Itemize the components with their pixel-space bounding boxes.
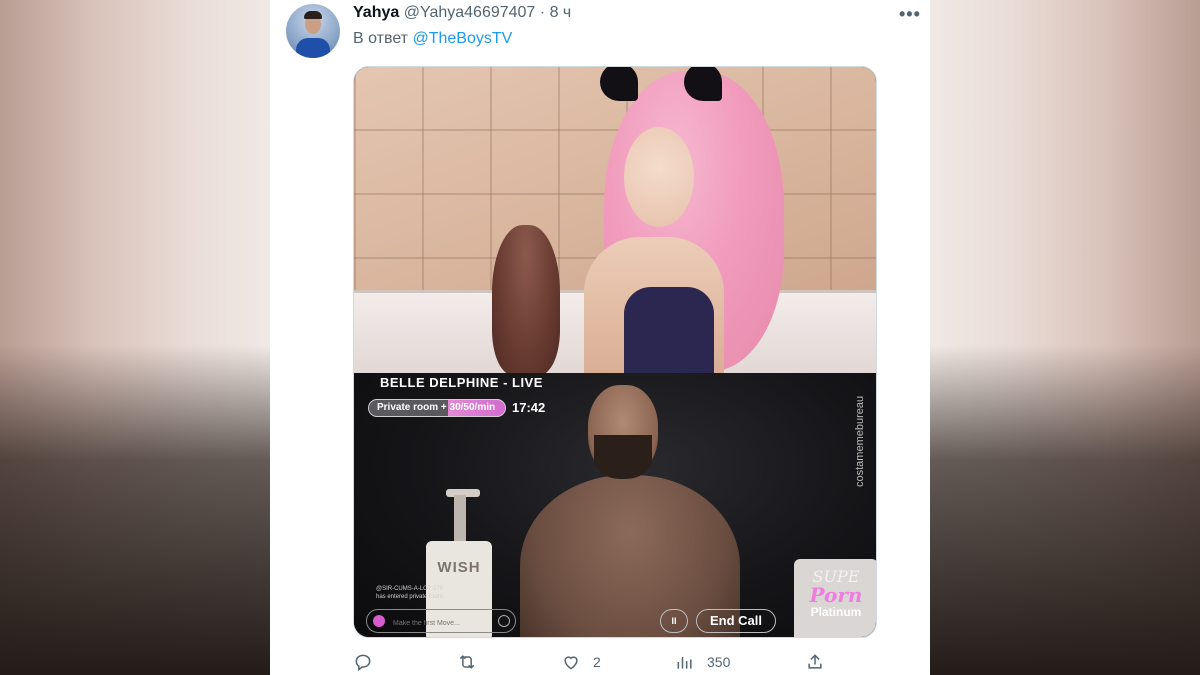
like-icon	[564, 656, 578, 670]
action-bar: 2 350	[353, 650, 873, 674]
pause-button: II	[660, 609, 688, 633]
reply-icon	[355, 654, 371, 671]
bottle-label: WISH	[437, 559, 481, 576]
stream-title: BELLE DELPHINE - LIVE	[380, 375, 543, 390]
like-count: 2	[593, 654, 601, 670]
blurred-background-left	[0, 0, 270, 675]
blurred-background-right	[930, 0, 1200, 675]
reply-context: В ответ @TheBoysTV	[353, 30, 512, 48]
tweet-media[interactable]: WISH BELLE DELPHINE - LIVE Private room …	[353, 66, 877, 638]
user-handle[interactable]: @Yahya46697407	[404, 4, 536, 21]
retweet-button[interactable]	[457, 650, 489, 674]
retweet-icon	[459, 655, 475, 669]
watermark-text: costamemebureau	[854, 395, 866, 487]
watermark: costamemebureau	[840, 381, 876, 491]
end-call-button: End Call	[696, 609, 776, 633]
tweet-card[interactable]: Yahya @Yahya46697407 · 8 ч ••• В ответ @…	[270, 0, 930, 675]
reply-mention-link[interactable]: @TheBoysTV	[412, 30, 512, 47]
views-count: 350	[707, 654, 731, 670]
media-image-bottom[interactable]: WISH BELLE DELPHINE - LIVE Private room …	[354, 373, 876, 637]
more-icon[interactable]: •••	[899, 4, 921, 25]
tweet-header: Yahya @Yahya46697407 · 8 ч	[353, 4, 571, 22]
reply-button[interactable]	[353, 650, 385, 674]
stream-time: 17:42	[512, 400, 546, 415]
chat-notice: @SIR-CUMS-A-LOT-178 has entered private …	[376, 585, 444, 601]
like-button[interactable]: 2	[561, 650, 601, 674]
avatar[interactable]	[286, 4, 340, 58]
views-icon	[677, 657, 692, 669]
chat-icon	[373, 615, 385, 627]
time-separator: ·	[539, 4, 546, 21]
send-icon	[498, 615, 510, 627]
share-icon	[808, 654, 822, 669]
display-name[interactable]: Yahya	[353, 4, 399, 21]
chat-notice-text: has entered private room.	[376, 594, 445, 600]
reply-prefix: В ответ	[353, 30, 409, 47]
tweet-timestamp[interactable]: 8 ч	[550, 4, 572, 21]
brand-logo: SUPE Porn Platinum	[809, 567, 863, 620]
private-room-badge: Private room + 30/50/min	[368, 399, 506, 417]
views-button[interactable]: 350	[675, 650, 730, 674]
message-input	[391, 615, 505, 631]
media-image-top[interactable]	[354, 67, 876, 373]
share-button[interactable]	[805, 650, 825, 674]
chat-notice-user: @SIR-CUMS-A-LOT-178	[376, 586, 444, 592]
message-box	[366, 609, 516, 633]
